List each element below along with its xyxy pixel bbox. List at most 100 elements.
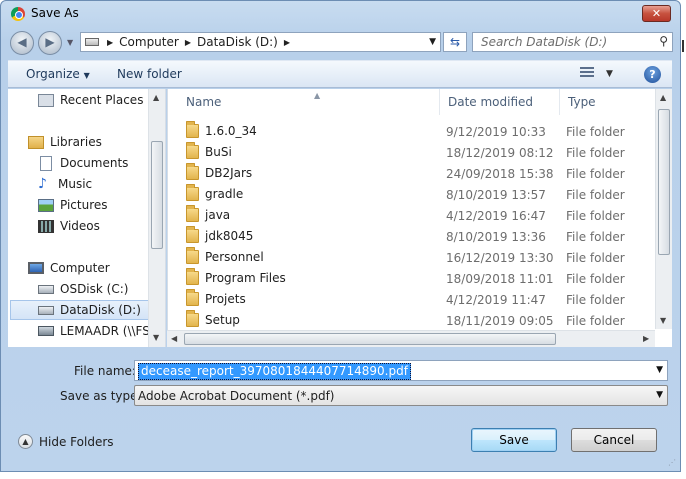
music-icon: ♪: [38, 175, 47, 192]
files-vertical-scrollbar[interactable]: ▲ ▼: [655, 89, 672, 329]
scroll-left-icon[interactable]: ◀: [171, 334, 177, 343]
cancel-button[interactable]: Cancel: [571, 428, 657, 452]
nav-item-osdisk[interactable]: OSDisk (C:): [38, 279, 165, 299]
view-options-icon[interactable]: [580, 67, 594, 79]
folder-icon: [186, 121, 199, 138]
scroll-down-icon[interactable]: ▼: [660, 316, 666, 325]
file-row[interactable]: 1.6.0_34 9/12/2019 10:33 File folder: [168, 121, 656, 142]
computer-icon: [28, 262, 44, 274]
view-dropdown-icon[interactable]: ▼: [606, 69, 613, 79]
search-box[interactable]: ⚲: [472, 32, 673, 52]
file-row[interactable]: Program Files 18/09/2018 11:01 File folder: [168, 268, 656, 289]
chevron-down-icon[interactable]: ▼: [656, 390, 663, 400]
recent-locations-dropdown[interactable]: ▼: [67, 38, 73, 47]
save-as-type-select[interactable]: Adobe Acrobat Document (*.pdf) ▼: [134, 385, 668, 406]
nav-item-videos[interactable]: Videos: [38, 216, 165, 236]
folder-icon: [186, 205, 199, 222]
disk-icon: [38, 284, 54, 294]
scroll-up-icon[interactable]: ▲: [660, 93, 666, 102]
title-bar[interactable]: Save As ✕: [1, 1, 680, 27]
address-bar[interactable]: ▶ Computer ▶ DataDisk (D:) ▶ ▼: [80, 32, 441, 52]
chevron-right-icon[interactable]: ▶: [185, 38, 191, 47]
folder-icon: [186, 289, 199, 306]
search-icon[interactable]: ⚲: [659, 34, 668, 48]
window-title: Save As: [31, 6, 79, 20]
recent-places-icon: [38, 93, 54, 107]
nav-vertical-scrollbar[interactable]: ▲ ▼: [148, 89, 165, 347]
file-list[interactable]: Name ▲ Date modified Type 1.6.0_34 9/12/2…: [167, 89, 672, 347]
column-header-date-modified[interactable]: Date modified: [440, 89, 560, 115]
address-dropdown-icon[interactable]: ▼: [429, 37, 436, 47]
breadcrumb-datadisk[interactable]: DataDisk (D:): [197, 35, 278, 49]
chevron-down-icon: ▼: [83, 71, 90, 80]
network-drive-icon: [38, 326, 54, 336]
close-button[interactable]: ✕: [642, 5, 671, 22]
scroll-right-icon[interactable]: ▶: [643, 334, 649, 343]
column-header-type[interactable]: Type: [560, 89, 660, 115]
scroll-up-icon[interactable]: ▲: [153, 93, 159, 102]
folder-icon: [186, 268, 199, 285]
libraries-icon: [28, 135, 44, 149]
folder-icon: [186, 310, 199, 327]
chevron-up-icon: ▲: [18, 434, 33, 449]
forward-arrow-icon: ▶: [45, 35, 55, 49]
files-horizontal-scrollbar[interactable]: ◀ ▶: [167, 330, 655, 347]
videos-icon: [38, 219, 54, 233]
scroll-down-icon[interactable]: ▼: [153, 333, 159, 342]
command-bar: Organize ▼ New folder ▼ ?: [8, 60, 672, 88]
file-name-input[interactable]: decease_report_3970801844407714890.pdf: [138, 363, 411, 380]
chevron-down-icon[interactable]: ▼: [656, 365, 663, 375]
documents-icon: [40, 155, 52, 171]
folder-icon: [186, 247, 199, 264]
nav-item-recent-places[interactable]: Recent Places: [38, 90, 165, 110]
background-edge: [681, 0, 686, 479]
edge-mark: [682, 40, 684, 52]
nav-item-documents[interactable]: Documents: [38, 153, 165, 173]
folder-icon: [186, 184, 199, 201]
file-row[interactable]: gradle 8/10/2019 13:57 File folder: [168, 184, 656, 205]
sort-ascending-icon: ▲: [314, 91, 321, 100]
nav-item-pictures[interactable]: Pictures: [38, 195, 165, 215]
navigation-pane[interactable]: Recent Places Libraries Documents ♪ Musi…: [8, 89, 166, 347]
refresh-button[interactable]: ⇆: [443, 32, 467, 52]
nav-item-music[interactable]: ♪ Music: [38, 174, 165, 194]
nav-item-datadisk[interactable]: DataDisk (D:): [10, 300, 150, 320]
save-button[interactable]: Save: [471, 428, 557, 452]
back-arrow-icon: ◀: [17, 35, 27, 49]
scroll-thumb[interactable]: [151, 141, 163, 249]
file-row[interactable]: BuSi 18/12/2019 08:12 File folder: [168, 142, 656, 163]
file-row[interactable]: Setup 18/11/2019 09:05 File folder: [168, 310, 656, 331]
nav-item-network-drive[interactable]: LEMAADR (\\FS0: [38, 321, 165, 341]
organize-button[interactable]: Organize ▼: [26, 67, 90, 81]
nav-item-libraries[interactable]: Libraries: [28, 132, 165, 152]
file-row[interactable]: Personnel 16/12/2019 13:30 File folder: [168, 247, 656, 268]
column-header-name[interactable]: Name ▲: [178, 89, 440, 115]
folder-icon: [186, 226, 199, 243]
scroll-thumb[interactable]: [658, 109, 670, 255]
file-name-field[interactable]: decease_report_3970801844407714890.pdf ▼: [134, 360, 668, 381]
back-button[interactable]: ◀: [10, 31, 34, 55]
refresh-icon: ⇆: [449, 35, 461, 49]
chevron-right-icon[interactable]: ▶: [284, 38, 290, 47]
disk-icon: [38, 305, 54, 315]
search-input[interactable]: [479, 33, 649, 51]
file-row[interactable]: DB2Jars 24/09/2018 15:38 File folder: [168, 163, 656, 184]
hide-folders-button[interactable]: ▲ Hide Folders: [18, 434, 114, 449]
breadcrumb-computer[interactable]: Computer: [119, 35, 179, 49]
scroll-thumb[interactable]: [184, 333, 556, 345]
new-folder-button[interactable]: New folder: [117, 67, 182, 81]
resize-grip-icon[interactable]: ⋰: [668, 458, 676, 467]
chrome-app-icon: [11, 7, 25, 21]
drive-icon: [85, 38, 99, 46]
help-icon[interactable]: ?: [644, 66, 661, 83]
file-row[interactable]: jdk8045 8/10/2019 13:36 File folder: [168, 226, 656, 247]
file-row[interactable]: java 4/12/2019 16:47 File folder: [168, 205, 656, 226]
file-row[interactable]: Projets 4/12/2019 11:47 File folder: [168, 289, 656, 310]
save-as-type-label: Save as type:: [60, 389, 142, 403]
forward-button[interactable]: ▶: [38, 31, 62, 55]
nav-item-computer[interactable]: Computer: [28, 258, 165, 278]
file-name-label: File name:: [74, 364, 136, 378]
pictures-icon: [38, 198, 54, 212]
save-as-type-value: Adobe Acrobat Document (*.pdf): [138, 389, 335, 403]
chevron-right-icon[interactable]: ▶: [107, 38, 113, 47]
